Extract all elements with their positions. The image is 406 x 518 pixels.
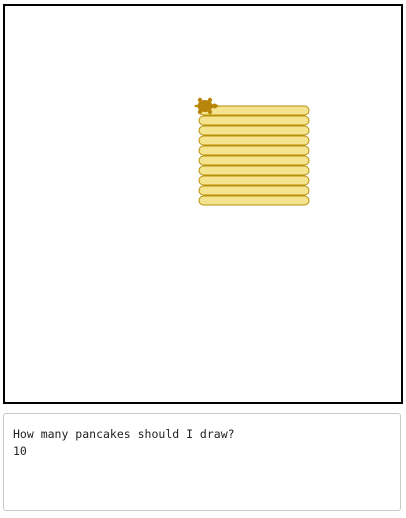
- pancake: [198, 135, 310, 146]
- console-input-value[interactable]: 10: [13, 443, 391, 460]
- pancake: [198, 175, 310, 186]
- pancake: [198, 195, 310, 206]
- pancake: [198, 165, 310, 176]
- turtle-drawing: [194, 97, 310, 206]
- pancake: [198, 185, 310, 196]
- turtle-part: [197, 100, 213, 112]
- pancake: [198, 125, 310, 136]
- pancake-stack: [198, 105, 310, 206]
- turtle-canvas: [3, 4, 403, 404]
- pancake: [198, 115, 310, 126]
- pancake: [198, 145, 310, 156]
- pancake: [198, 155, 310, 166]
- console-prompt: How many pancakes should I draw?: [13, 427, 235, 441]
- console-output[interactable]: How many pancakes should I draw? 10: [3, 413, 401, 511]
